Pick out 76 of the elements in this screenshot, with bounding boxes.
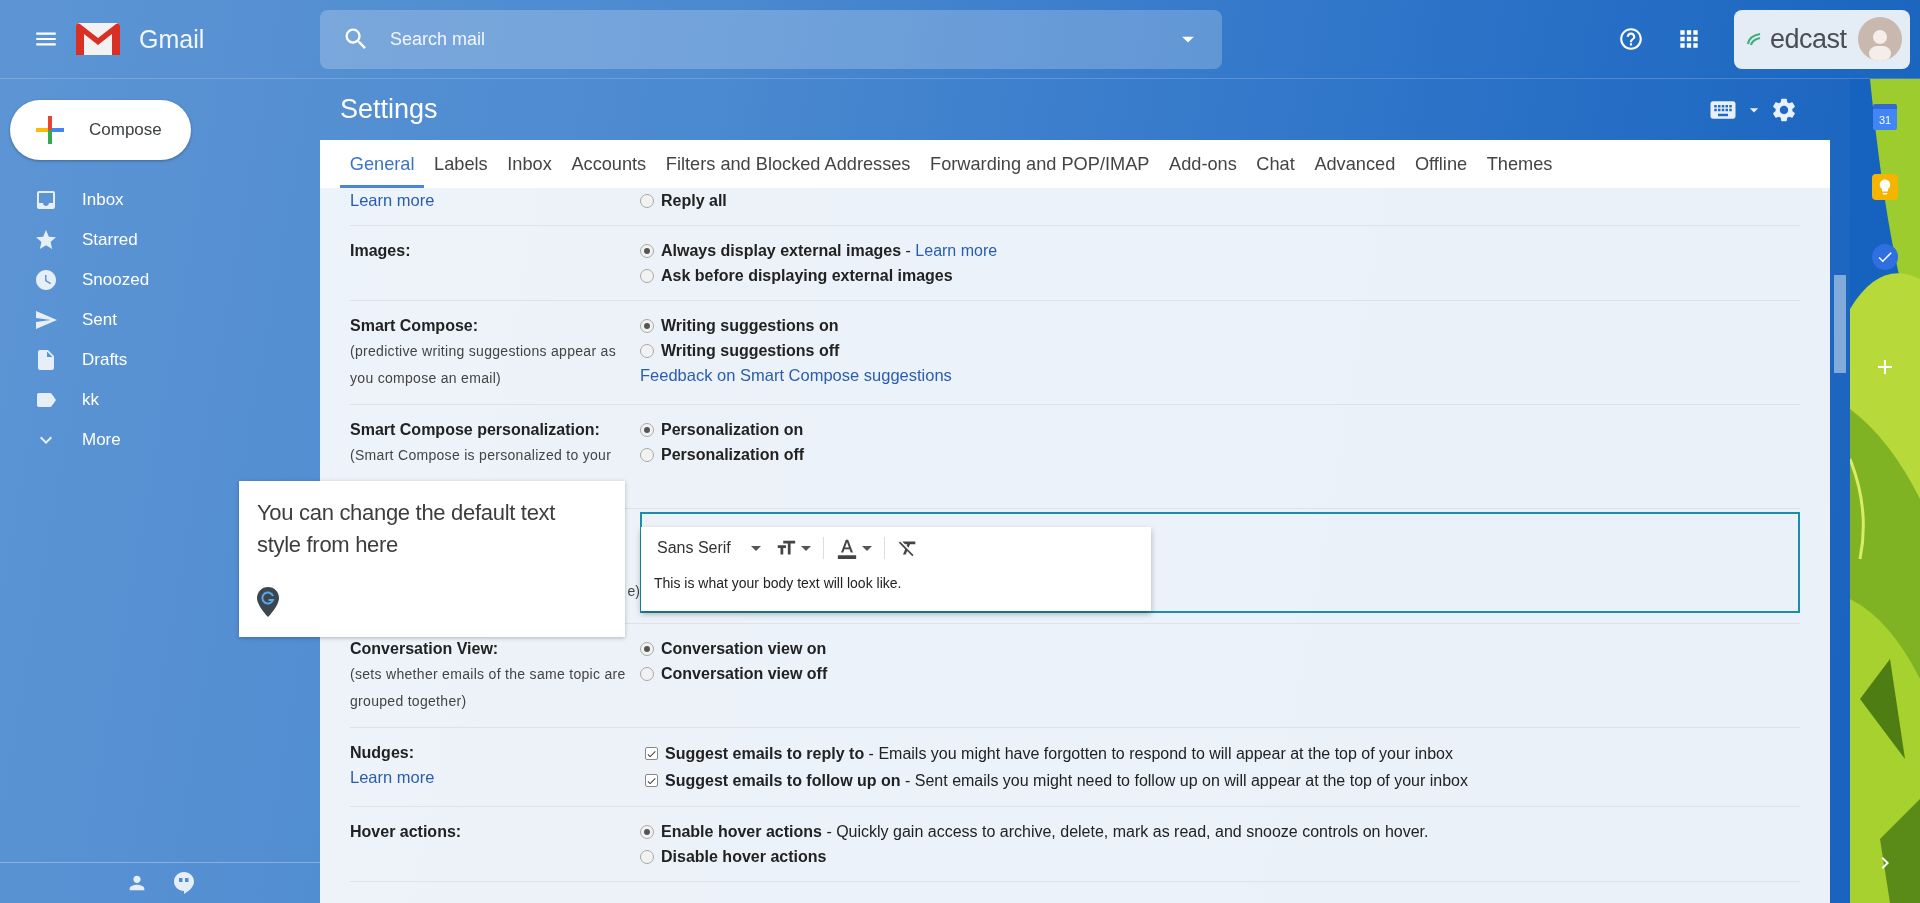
checkbox[interactable] xyxy=(645,747,658,760)
account-button[interactable]: edcast xyxy=(1734,9,1910,69)
text-color-icon xyxy=(835,537,858,559)
page-title: Settings xyxy=(340,94,438,125)
option-label: Conversation view on xyxy=(661,639,827,658)
setting-label: Nudges: xyxy=(350,743,415,763)
help-button[interactable] xyxy=(1618,26,1644,52)
send-icon xyxy=(34,308,58,332)
star-icon xyxy=(34,228,58,252)
search-input[interactable]: Search mail xyxy=(388,27,1156,51)
radio-button[interactable] xyxy=(640,422,654,437)
app-name: Gmail xyxy=(139,24,205,54)
chat-bubble-icon[interactable] xyxy=(174,872,194,894)
settings-tab[interactable]: Offline xyxy=(1405,140,1477,188)
option-label: Always display external images - Learn more xyxy=(661,241,998,260)
location-pin-icon xyxy=(257,587,279,617)
radio-button[interactable] xyxy=(640,641,654,656)
radio-button[interactable] xyxy=(640,849,654,864)
setting-description: (Smart Compose is personalized to your xyxy=(350,446,613,465)
setting-label: Conversation View: xyxy=(350,639,500,659)
radio-button[interactable] xyxy=(640,193,654,208)
clock-icon xyxy=(34,268,58,292)
brand-name: edcast xyxy=(1770,23,1847,55)
setting-description: (predictive writing suggestions appear as you compose an email) xyxy=(350,342,617,388)
settings-tab[interactable]: Labels xyxy=(424,140,498,188)
settings-tab[interactable]: Advanced xyxy=(1304,140,1406,188)
option-label: Personalization off xyxy=(661,445,805,464)
checkbox[interactable] xyxy=(645,774,658,787)
setting-label: Hover actions: xyxy=(350,822,463,842)
radio-button[interactable] xyxy=(640,666,654,681)
option-label: Disable hover actions xyxy=(661,847,827,866)
option-label: Writing suggestions off xyxy=(661,341,840,360)
calendar-icon[interactable]: 31 xyxy=(1873,104,1897,130)
settings-tab[interactable]: Accounts xyxy=(561,140,656,188)
settings-tab[interactable]: Chat xyxy=(1246,140,1305,188)
setting-label: Smart Compose personalization: xyxy=(350,420,601,440)
compose-button[interactable]: Compose xyxy=(10,100,191,160)
option-label: Suggest emails to follow up on - Sent emails you might need to follow up on will appear at the top of your inbox xyxy=(665,771,1468,790)
link[interactable]: Learn more xyxy=(350,765,435,790)
search-field[interactable]: Search mail xyxy=(320,9,1222,69)
setting-label: Smart Compose: xyxy=(350,316,480,336)
settings-tab[interactable]: Themes xyxy=(1476,140,1563,188)
option-label: Writing suggestions on xyxy=(661,316,839,335)
inbox-icon xyxy=(34,188,58,212)
link[interactable]: Learn more xyxy=(915,241,998,259)
tooltip-text: You can change the default text style from here xyxy=(257,499,557,559)
option-label: Enable hover actions - Quickly gain access to archive, delete, mark as read, and snooze controls on hover. xyxy=(661,822,1429,841)
setting-description: (sets whether emails of the same topic are grouped together) xyxy=(350,665,627,711)
option-label: Ask before displaying external images xyxy=(661,266,953,285)
font-dropdown[interactable]: Sans Serif xyxy=(657,539,761,557)
settings-tab[interactable]: Forwarding and POP/IMAP xyxy=(920,140,1160,188)
option-label: Personalization on xyxy=(661,420,804,439)
radio-button[interactable] xyxy=(640,318,654,333)
caret-icon xyxy=(861,545,872,551)
option-label: Reply all xyxy=(661,191,727,210)
sample-text: This is what your body text will look like. xyxy=(653,575,903,591)
settings-tab[interactable]: Inbox xyxy=(497,140,562,188)
radio-button[interactable] xyxy=(640,343,654,358)
radio-button[interactable] xyxy=(640,824,654,839)
avatar xyxy=(1858,17,1902,61)
link[interactable]: Feedback on Smart Compose suggestions xyxy=(640,366,952,385)
gmail-logo xyxy=(75,22,121,56)
radio-button[interactable] xyxy=(640,243,654,258)
settings-tab[interactable]: Add-ons xyxy=(1159,140,1247,188)
plus-icon xyxy=(34,114,66,146)
radio-button[interactable] xyxy=(640,447,654,462)
link[interactable]: Learn more xyxy=(350,188,435,213)
option-label: Suggest emails to reply to - Emails you might have forgotten to respond to will appear at the top of your inbox xyxy=(665,744,1453,763)
scrollbar-thumb[interactable] xyxy=(1834,275,1846,373)
settings-tab[interactable]: Filters and Blocked Addresses xyxy=(656,140,921,188)
option-label: Conversation view off xyxy=(661,664,828,683)
caret-icon xyxy=(800,545,811,551)
setting-label: Images: xyxy=(350,241,412,261)
radio-button[interactable] xyxy=(640,268,654,283)
setting-description: e) xyxy=(627,582,640,601)
caret-icon xyxy=(750,545,761,551)
